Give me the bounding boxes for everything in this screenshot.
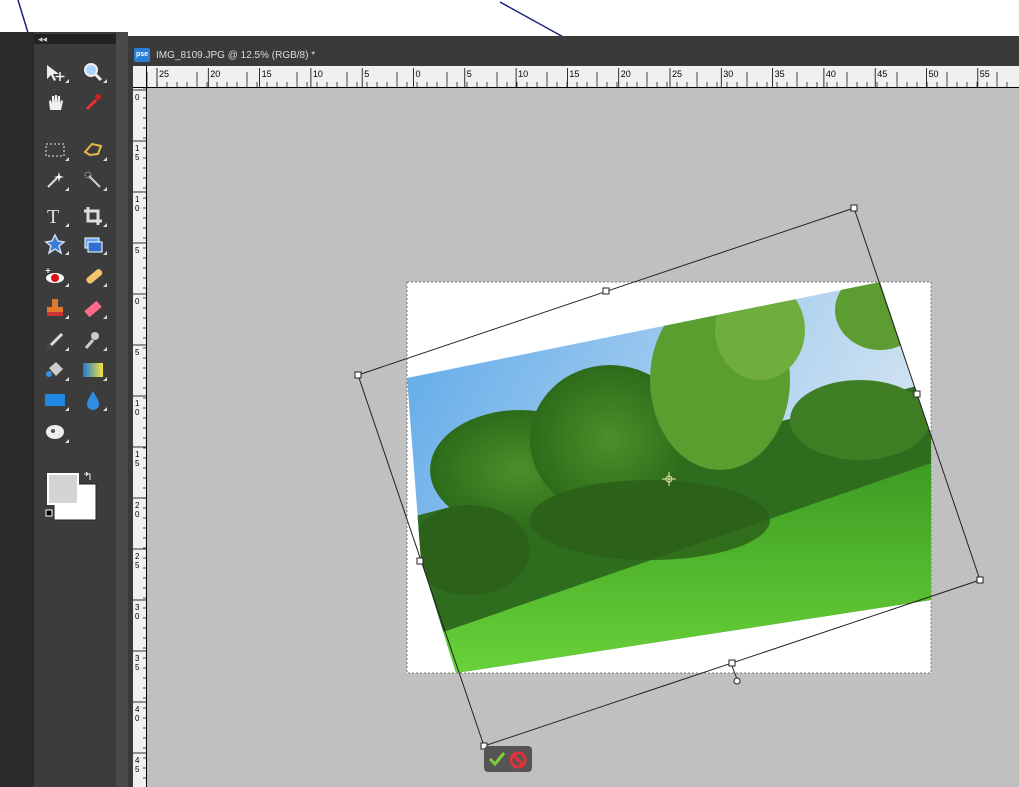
image-layer bbox=[354, 204, 984, 750]
cancel-transform-button[interactable] bbox=[508, 750, 528, 770]
transform-handle-top-left[interactable] bbox=[354, 371, 362, 379]
transform-handle-right-mid[interactable] bbox=[913, 390, 921, 398]
rotate-handle[interactable] bbox=[733, 677, 741, 685]
transform-handle-left-mid[interactable] bbox=[416, 557, 424, 565]
transform-handle-bottom-mid[interactable] bbox=[728, 659, 736, 667]
transform-handle-top-right[interactable] bbox=[850, 204, 858, 212]
commit-transform-button[interactable] bbox=[488, 750, 506, 768]
transform-handle-top-mid[interactable] bbox=[602, 287, 610, 295]
transform-handle-bottom-right[interactable] bbox=[976, 576, 984, 584]
